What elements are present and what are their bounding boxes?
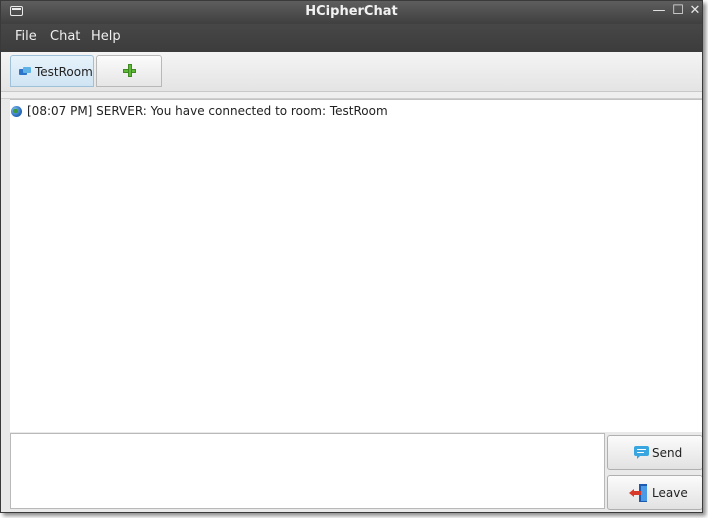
minimize-icon[interactable]: — xyxy=(651,3,667,19)
close-icon[interactable]: ✕ xyxy=(687,3,702,19)
menu-bar: File Chat Help xyxy=(1,24,702,52)
leave-door-icon xyxy=(629,484,649,502)
chat-rooms-icon xyxy=(19,67,32,77)
app-window: HCipherChat — ☐ ✕ File Chat Help TestRoo… xyxy=(0,0,703,513)
add-tab-button[interactable] xyxy=(96,55,162,87)
send-message-icon xyxy=(634,446,649,459)
tab-testroom-label: TestRoom xyxy=(35,65,93,79)
tab-bar: TestRoom xyxy=(1,52,702,92)
tab-testroom[interactable]: TestRoom xyxy=(10,55,94,87)
plus-icon xyxy=(123,64,136,77)
tab-separator xyxy=(1,92,702,99)
globe-icon xyxy=(11,106,22,117)
chat-message-text: [08:07 PM] SERVER: You have connected to… xyxy=(27,104,388,118)
title-bar[interactable]: HCipherChat — ☐ ✕ xyxy=(1,1,702,24)
window-title: HCipherChat xyxy=(305,4,398,19)
leave-button[interactable]: Leave xyxy=(607,475,702,510)
message-input[interactable] xyxy=(10,433,605,509)
menu-help[interactable]: Help xyxy=(91,29,121,44)
leave-button-label: Leave xyxy=(652,486,688,500)
menu-file[interactable]: File xyxy=(15,29,37,44)
send-button[interactable]: Send xyxy=(607,435,702,470)
send-button-label: Send xyxy=(652,446,683,460)
chat-log[interactable]: [08:07 PM] SERVER: You have connected to… xyxy=(10,99,702,432)
menu-chat[interactable]: Chat xyxy=(50,29,80,44)
maximize-icon[interactable]: ☐ xyxy=(670,3,686,19)
